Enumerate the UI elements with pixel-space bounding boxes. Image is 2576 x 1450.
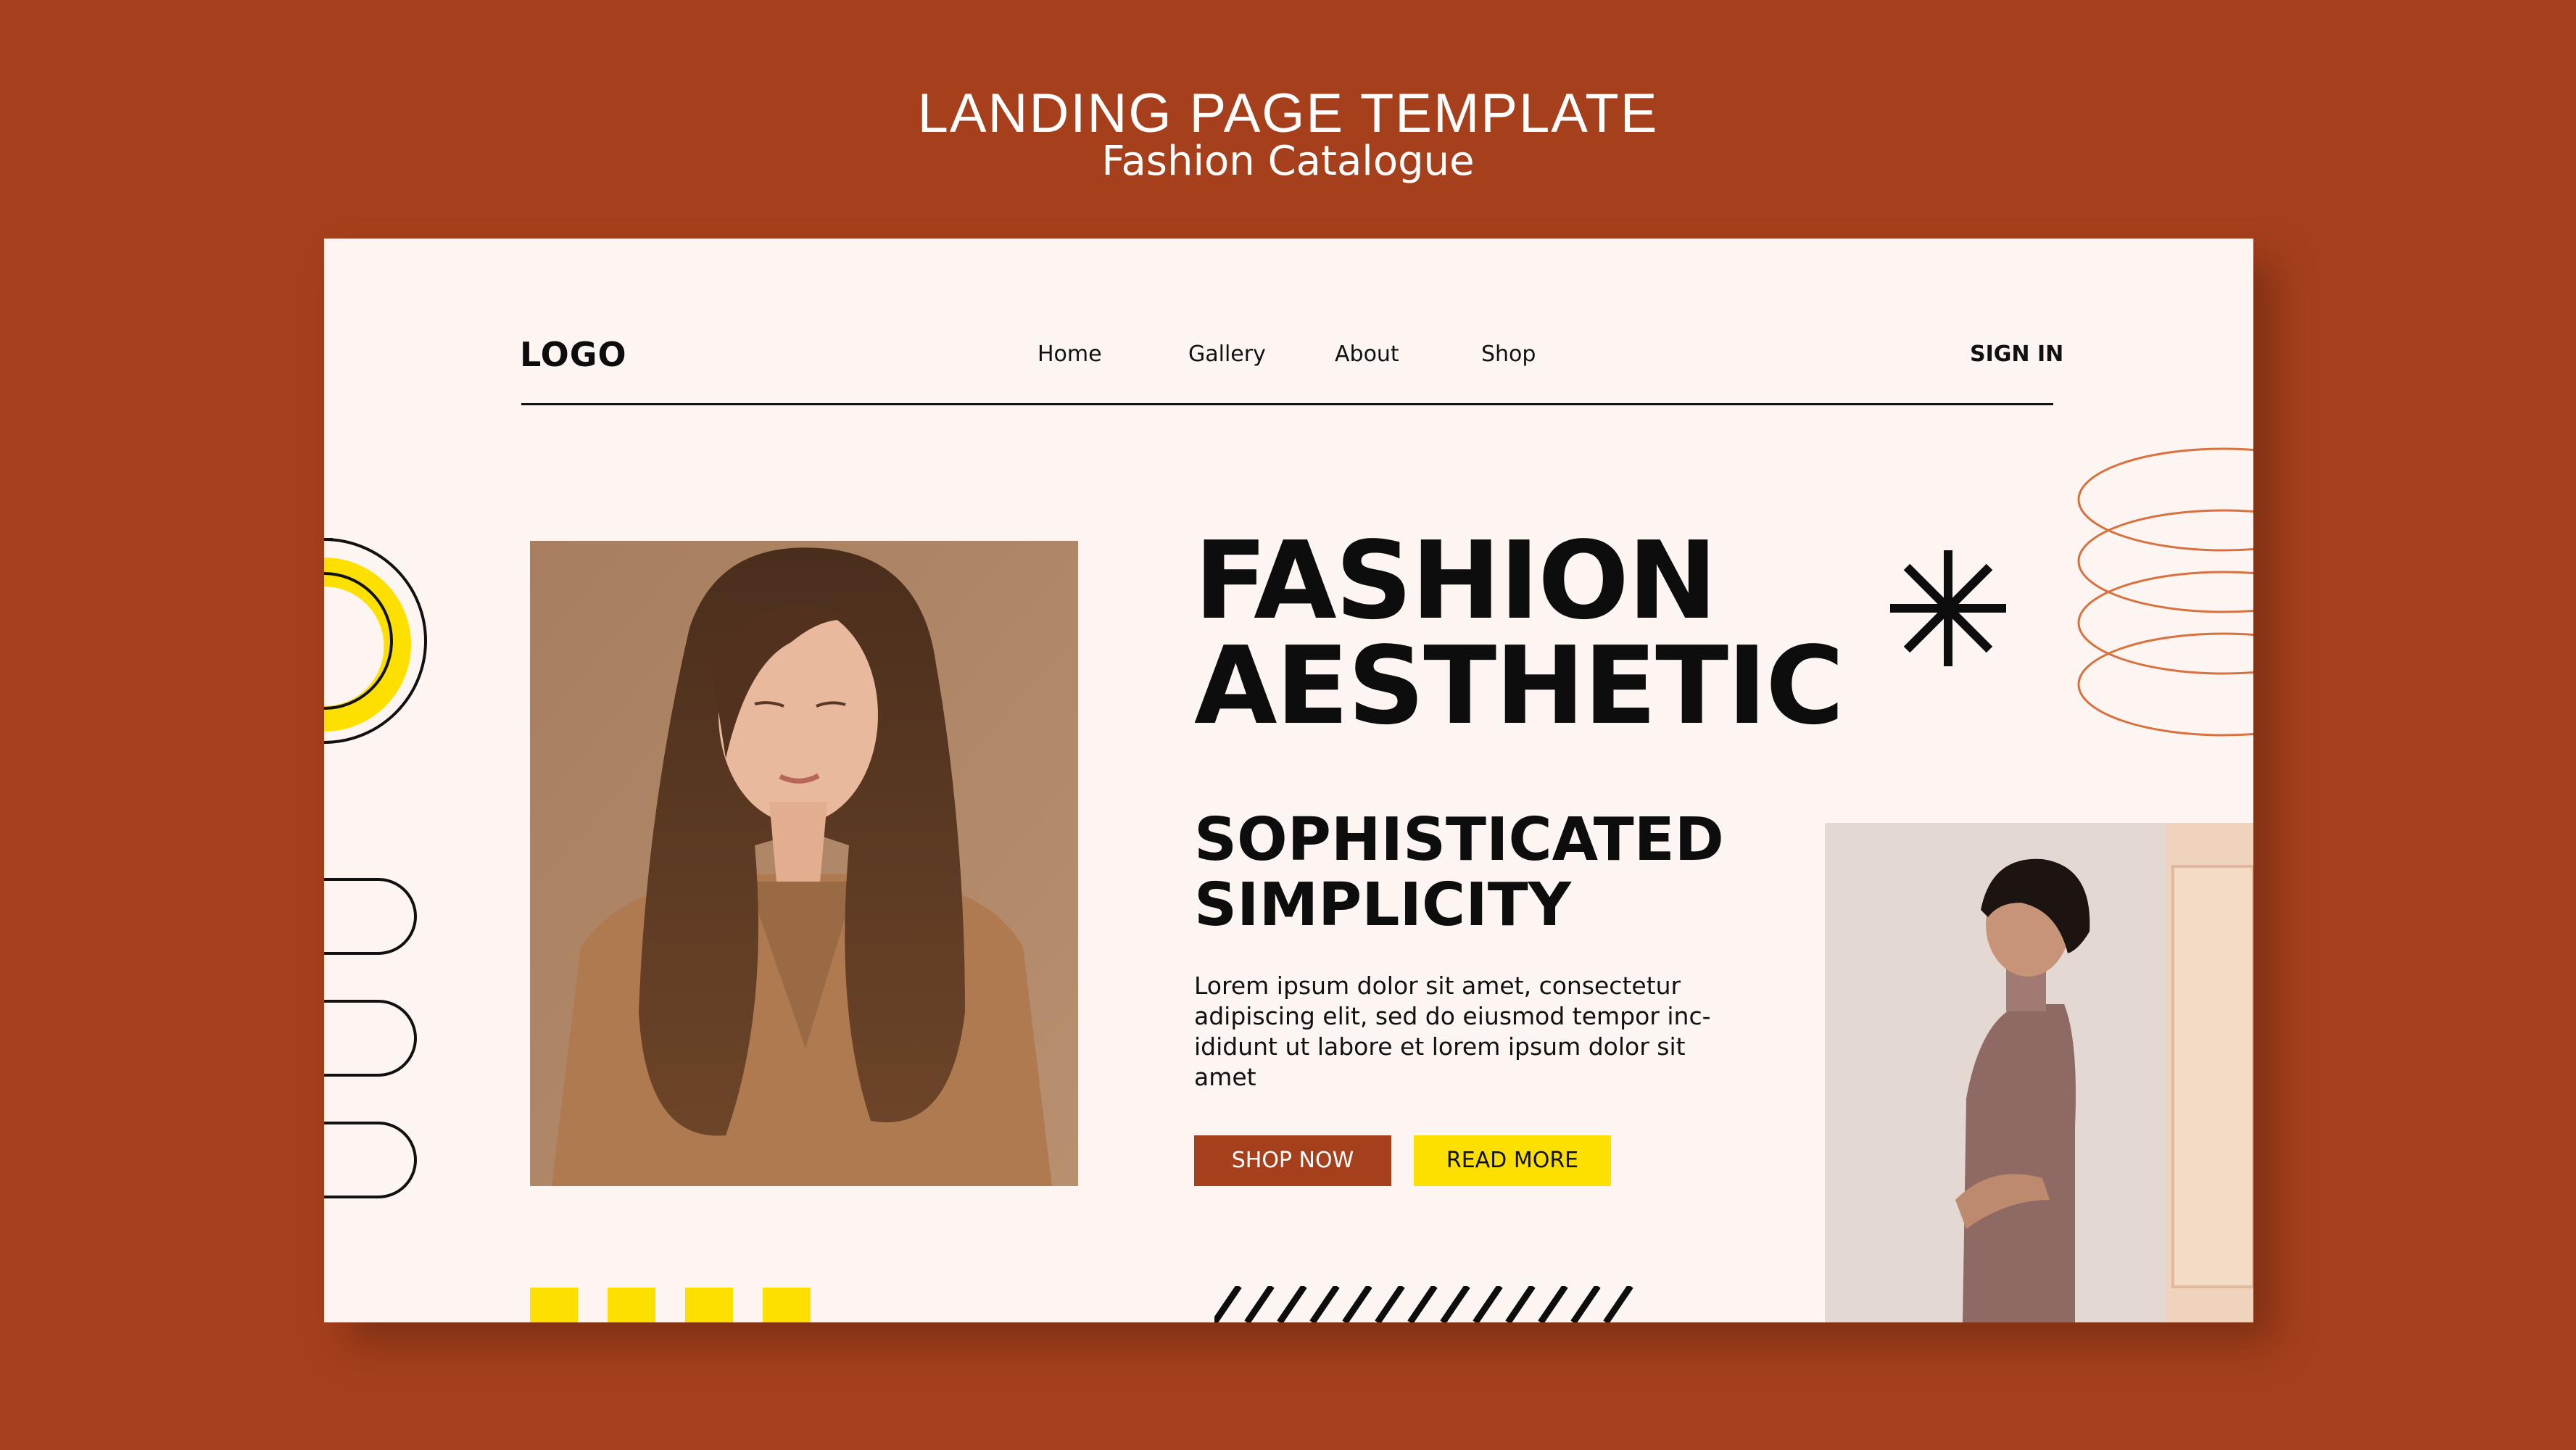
hero-body-text: Lorem ipsum dolor sit amet, consectetur … <box>1194 971 1716 1093</box>
hero-subheadline: SOPHISTICATED SIMPLICITY <box>1194 808 1724 938</box>
side-model-photo <box>1825 823 2253 1322</box>
body-line: Lorem ipsum dolor sit amet, consectetur <box>1194 972 1681 1000</box>
read-more-button[interactable]: READ MORE <box>1414 1135 1611 1186</box>
landing-page-card: LOGO Home Gallery About Shop SIGN IN FAS… <box>324 239 2253 1322</box>
nav-home[interactable]: Home <box>1038 333 1102 376</box>
yellow-half-circle-decoration <box>324 538 427 744</box>
outline-pill-decorations <box>324 878 417 1198</box>
yellow-block-decoration <box>530 1288 578 1322</box>
body-line: adipiscing elit, sed do eiusmod tempor i… <box>1194 1002 1711 1030</box>
hero-model-photo <box>530 541 1078 1186</box>
diagonal-stripes-decoration <box>1214 1286 1633 1322</box>
shop-now-button[interactable]: SHOP NOW <box>1194 1135 1391 1186</box>
nav-about[interactable]: About <box>1335 333 1399 376</box>
yellow-block-decoration <box>608 1288 655 1322</box>
subheadline-line-2: SIMPLICITY <box>1194 871 1572 940</box>
sign-in-link[interactable]: SIGN IN <box>1970 333 2063 376</box>
body-line: amet <box>1194 1063 1256 1091</box>
yellow-block-decoration <box>685 1288 733 1322</box>
nav-divider <box>521 403 2053 405</box>
body-line: ididunt ut labore et lorem ipsum dolor s… <box>1194 1032 1686 1061</box>
logo[interactable]: LOGO <box>520 333 627 376</box>
headline-line-1: FASHION <box>1194 518 1718 643</box>
nav-gallery[interactable]: Gallery <box>1188 333 1266 376</box>
nav-shop[interactable]: Shop <box>1481 333 1536 376</box>
hero-headline: FASHION AESTHETIC <box>1194 518 1844 748</box>
page-subtitle: Fashion Catalogue <box>1101 138 1475 185</box>
subheadline-line-1: SOPHISTICATED <box>1194 805 1724 874</box>
orange-rings-decoration <box>2077 447 2253 737</box>
headline-line-2: AESTHETIC <box>1194 624 1844 748</box>
asterisk-icon <box>1890 550 2006 666</box>
yellow-block-decoration <box>763 1288 811 1322</box>
